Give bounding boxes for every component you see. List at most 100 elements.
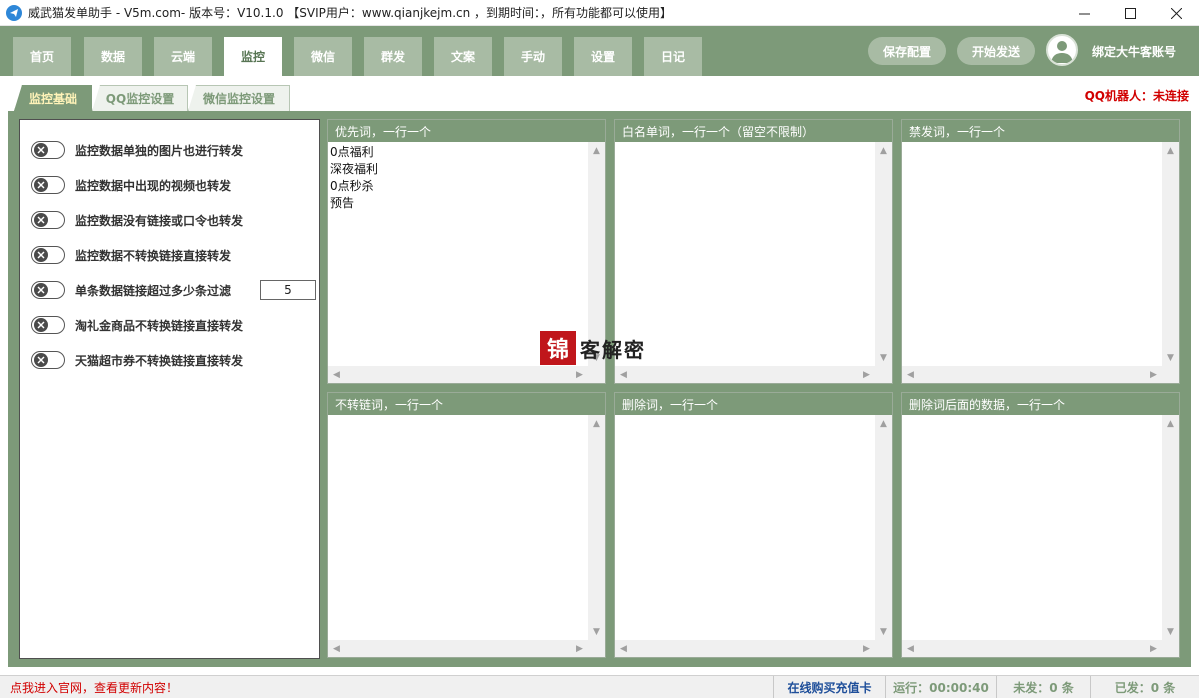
maximize-button[interactable]: [1107, 0, 1153, 26]
running-time: 运行：00:00:40: [885, 676, 996, 698]
watermark-logo: 锦: [540, 331, 576, 365]
minimize-button[interactable]: [1061, 0, 1107, 26]
horizontal-scrollbar[interactable]: ◀ ▶: [328, 366, 588, 383]
toggle-switch[interactable]: [31, 281, 65, 299]
tab-settings[interactable]: 设置: [574, 37, 632, 76]
x-icon: [34, 248, 48, 262]
close-button[interactable]: [1153, 0, 1199, 26]
scroll-right-icon[interactable]: ▶: [858, 366, 875, 383]
tab-log[interactable]: 日记: [644, 37, 702, 76]
horizontal-scrollbar[interactable]: ◀ ▶: [902, 640, 1162, 657]
scroll-down-icon[interactable]: ▼: [1162, 349, 1179, 366]
x-icon: [34, 283, 48, 297]
start-send-button[interactable]: 开始发送: [957, 37, 1035, 65]
option-row[interactable]: 监控数据单独的图片也进行转发: [31, 140, 243, 160]
subtab-monitor-basic[interactable]: 监控基础: [14, 85, 92, 111]
save-config-button[interactable]: 保存配置: [868, 37, 946, 65]
scroll-left-icon[interactable]: ◀: [902, 640, 919, 657]
tab-data[interactable]: 数据: [84, 37, 142, 76]
whitelist-panel: 白名单词，一行一个（留空不限制） ▲ ▼ ◀ ▶: [614, 119, 893, 384]
subtab-qq-monitor[interactable]: QQ监控设置: [92, 85, 188, 111]
toggle-switch[interactable]: [31, 141, 65, 159]
vertical-scrollbar[interactable]: ▲ ▼: [875, 142, 892, 366]
scroll-left-icon[interactable]: ◀: [328, 640, 345, 657]
scroll-left-icon[interactable]: ◀: [328, 366, 345, 383]
scroll-up-icon[interactable]: ▲: [875, 415, 892, 432]
scroll-up-icon[interactable]: ▲: [588, 415, 605, 432]
vertical-scrollbar[interactable]: ▲ ▼: [1162, 142, 1179, 366]
title-bar: 威武猫发单助手 - V5m.com- 版本号：V10.1.0 【SVIP用户：w…: [0, 0, 1199, 26]
option-label: 监控数据单独的图片也进行转发: [75, 143, 244, 158]
vertical-scrollbar[interactable]: ▲ ▼: [875, 415, 892, 640]
delete-words-textarea[interactable]: [615, 415, 875, 640]
avatar[interactable]: [1046, 34, 1078, 66]
scroll-left-icon[interactable]: ◀: [615, 640, 632, 657]
toggle-switch[interactable]: [31, 246, 65, 264]
tab-home[interactable]: 首页: [13, 37, 71, 76]
scroll-left-icon[interactable]: ◀: [902, 366, 919, 383]
max-links-input[interactable]: 5: [260, 280, 316, 300]
toggle-switch[interactable]: [31, 316, 65, 334]
qq-robot-status: QQ机器人：未连接: [1084, 89, 1189, 103]
panel-header: 删除词，一行一个: [615, 393, 892, 415]
option-label: 监控数据不转换链接直接转发: [75, 248, 232, 263]
option-row[interactable]: 监控数据中出现的视频也转发: [31, 175, 231, 195]
scroll-up-icon[interactable]: ▲: [1162, 142, 1179, 159]
option-row[interactable]: 单条数据链接超过多少条过滤 5: [31, 280, 321, 300]
scroll-down-icon[interactable]: ▼: [1162, 623, 1179, 640]
bind-account-link[interactable]: 绑定大牛客账号: [1092, 43, 1176, 60]
delete-after-words-textarea[interactable]: [902, 415, 1162, 640]
vertical-scrollbar[interactable]: ▲ ▼: [588, 415, 605, 640]
toggle-switch[interactable]: [31, 211, 65, 229]
sent-count: 已发：0 条: [1090, 676, 1199, 698]
watermark-text: 客解密: [580, 337, 646, 362]
app-icon: [6, 4, 22, 21]
scroll-down-icon[interactable]: ▼: [588, 623, 605, 640]
banned-words-panel: 禁发词，一行一个 ▲ ▼ ◀ ▶: [901, 119, 1180, 384]
option-row[interactable]: 淘礼金商品不转换链接直接转发: [31, 315, 243, 335]
tab-broadcast[interactable]: 群发: [364, 37, 422, 76]
tab-copywriting[interactable]: 文案: [434, 37, 492, 76]
scroll-right-icon[interactable]: ▶: [571, 366, 588, 383]
scroll-corner: [588, 366, 605, 383]
toggle-switch[interactable]: [31, 351, 65, 369]
status-bar: 点我进入官网，查看更新内容！ 在线购买充值卡 运行：00:00:40 未发：0 …: [0, 675, 1199, 698]
no-convert-words-textarea[interactable]: [328, 415, 588, 640]
option-row[interactable]: 监控数据不转换链接直接转发: [31, 245, 231, 265]
scroll-corner: [875, 366, 892, 383]
scroll-right-icon[interactable]: ▶: [1145, 366, 1162, 383]
tab-cloud[interactable]: 云端: [154, 37, 212, 76]
option-row[interactable]: 监控数据没有链接或口令也转发: [31, 210, 243, 230]
subtab-wechat-monitor[interactable]: 微信监控设置: [188, 85, 290, 111]
unsent-count: 未发：0 条: [996, 676, 1090, 698]
scroll-up-icon[interactable]: ▲: [875, 142, 892, 159]
scroll-up-icon[interactable]: ▲: [588, 142, 605, 159]
horizontal-scrollbar[interactable]: ◀ ▶: [615, 640, 875, 657]
scroll-corner: [1162, 366, 1179, 383]
horizontal-scrollbar[interactable]: ◀ ▶: [902, 366, 1162, 383]
tab-wechat[interactable]: 微信: [294, 37, 352, 76]
scroll-down-icon[interactable]: ▼: [875, 623, 892, 640]
horizontal-scrollbar[interactable]: ◀ ▶: [615, 366, 875, 383]
option-label: 监控数据中出现的视频也转发: [75, 178, 232, 193]
scroll-left-icon[interactable]: ◀: [615, 366, 632, 383]
scroll-down-icon[interactable]: ▼: [875, 349, 892, 366]
scroll-right-icon[interactable]: ▶: [571, 640, 588, 657]
banned-words-textarea[interactable]: [902, 142, 1162, 366]
buy-card-link[interactable]: 在线购买充值卡: [773, 676, 885, 698]
whitelist-textarea[interactable]: [615, 142, 875, 366]
horizontal-scrollbar[interactable]: ◀ ▶: [328, 640, 588, 657]
option-row[interactable]: 天猫超市券不转换链接直接转发: [31, 350, 243, 370]
option-label: 天猫超市券不转换链接直接转发: [75, 353, 244, 368]
tab-manual[interactable]: 手动: [504, 37, 562, 76]
website-link[interactable]: 点我进入官网，查看更新内容！: [10, 676, 178, 698]
scroll-up-icon[interactable]: ▲: [1162, 415, 1179, 432]
vertical-scrollbar[interactable]: ▲ ▼: [1162, 415, 1179, 640]
toggle-switch[interactable]: [31, 176, 65, 194]
scroll-right-icon[interactable]: ▶: [1145, 640, 1162, 657]
tab-monitor[interactable]: 监控: [224, 37, 282, 76]
panel-header: 禁发词，一行一个: [902, 120, 1179, 142]
scroll-right-icon[interactable]: ▶: [858, 640, 875, 657]
panel-header: 白名单词，一行一个（留空不限制）: [615, 120, 892, 142]
x-icon: [34, 178, 48, 192]
